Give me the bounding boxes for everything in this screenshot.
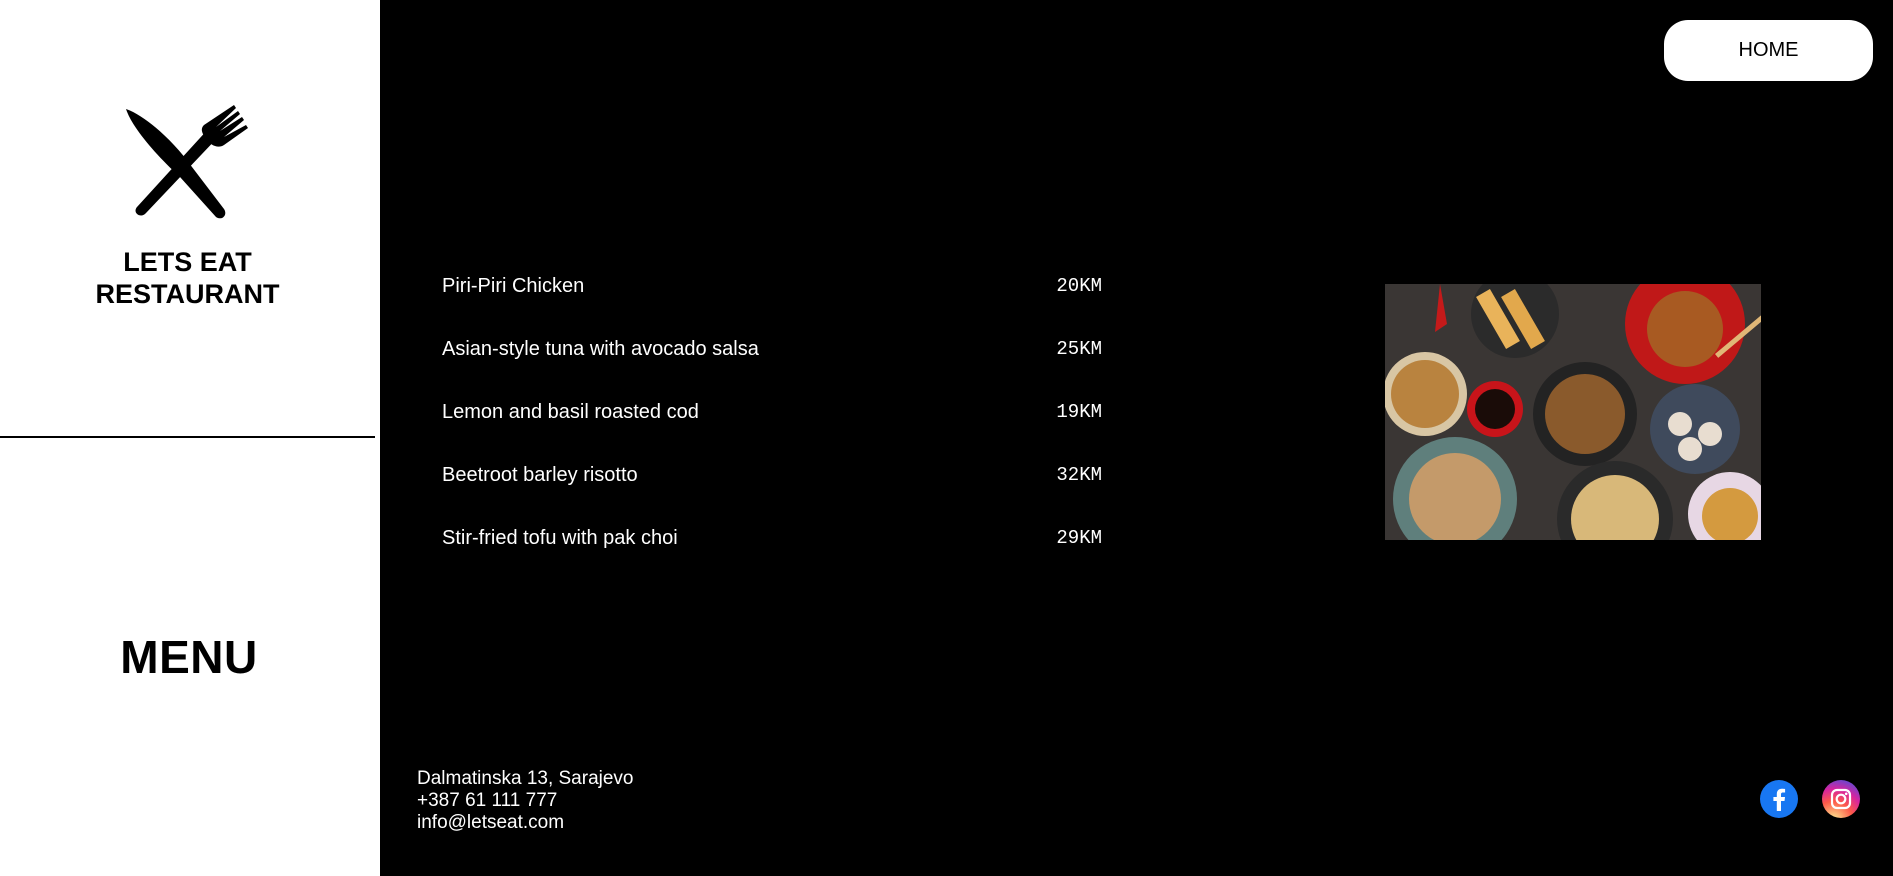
menu-item-name: Beetroot barley risotto — [442, 464, 638, 486]
sidebar-divider — [0, 436, 375, 438]
menu-item-price: 19KM — [1056, 401, 1102, 423]
food-platter-photo — [1385, 284, 1761, 540]
brand-line-1: LETS EAT — [123, 247, 252, 277]
menu-heading: MENU — [120, 631, 258, 683]
sidebar: LETS EAT RESTAURANT MENU — [0, 0, 380, 876]
home-button[interactable]: HOME — [1664, 20, 1873, 81]
contact-info: Dalmatinska 13, Sarajevo +387 61 111 777… — [417, 768, 634, 834]
menu-item-price: 20KM — [1056, 275, 1102, 297]
fork-knife-icon — [126, 105, 248, 219]
menu-item-price: 32KM — [1056, 464, 1102, 486]
menu-item-price: 25KM — [1056, 338, 1102, 360]
menu-item: Stir-fried tofu with pak choi 29KM — [442, 522, 1102, 585]
brand-line-2: RESTAURANT — [95, 279, 280, 309]
menu-item: Asian-style tuna with avocado salsa 25KM — [442, 333, 1102, 396]
facebook-icon[interactable] — [1760, 780, 1798, 818]
menu-list: Piri-Piri Chicken 20KM Asian-style tuna … — [442, 270, 1102, 585]
menu-item-price: 29KM — [1056, 527, 1102, 549]
menu-item-name: Stir-fried tofu with pak choi — [442, 527, 678, 549]
menu-item-name: Piri-Piri Chicken — [442, 275, 585, 297]
email-text: info@letseat.com — [417, 812, 565, 833]
menu-item: Beetroot barley risotto 32KM — [442, 459, 1102, 522]
menu-item: Lemon and basil roasted cod 19KM — [442, 396, 1102, 459]
address-text: Dalmatinska 13, Sarajevo — [417, 768, 634, 789]
brand-name: LETS EAT RESTAURANT — [0, 246, 375, 310]
instagram-icon[interactable] — [1822, 780, 1860, 818]
menu-item-name: Lemon and basil roasted cod — [442, 401, 699, 423]
menu-item-name: Asian-style tuna with avocado salsa — [442, 338, 759, 360]
phone-text: +387 61 111 777 — [417, 790, 558, 811]
menu-item: Piri-Piri Chicken 20KM — [442, 270, 1102, 333]
